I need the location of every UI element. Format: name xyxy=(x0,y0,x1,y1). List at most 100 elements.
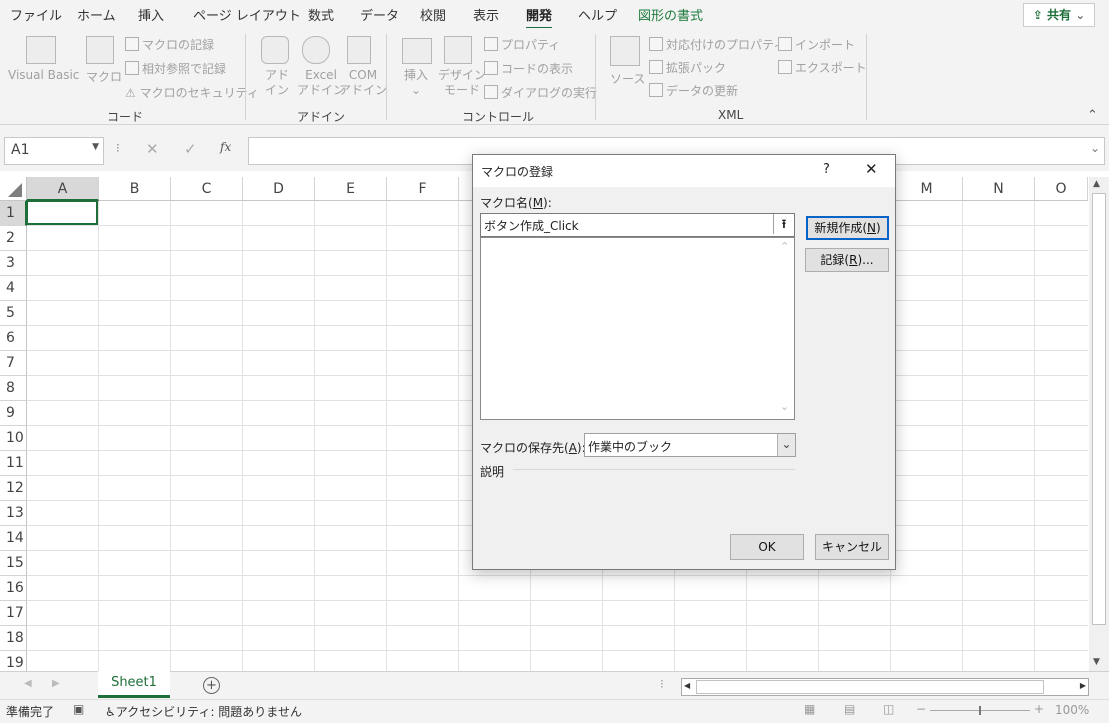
row-header[interactable]: 15 xyxy=(0,551,27,576)
expand-formula-icon[interactable]: ⌄ xyxy=(1090,141,1100,155)
column-header[interactable]: E xyxy=(315,177,387,201)
properties-button[interactable]: プロパティ xyxy=(484,36,560,53)
expansion-packs-button[interactable]: 拡張パック xyxy=(649,59,726,76)
select-all-corner[interactable] xyxy=(0,177,27,201)
horizontal-scrollbar-thumb[interactable] xyxy=(696,680,1044,694)
addins-button[interactable]: アド イン xyxy=(265,68,289,98)
view-code-button[interactable]: コードの表示 xyxy=(484,60,573,77)
zoom-level[interactable]: 100% xyxy=(1055,703,1089,717)
drag-handle-icon[interactable]: ⁝ xyxy=(116,141,120,155)
tab-data[interactable]: データ xyxy=(360,5,399,24)
insert-control-button[interactable]: 挿入 ⌄ xyxy=(404,68,428,98)
record-macro-button-dialog[interactable]: 記録(R)... xyxy=(805,248,889,272)
row-header[interactable]: 17 xyxy=(0,601,27,626)
macro-list-scrollbar[interactable]: ⌃ ⌄ xyxy=(777,238,794,419)
zoom-out-icon[interactable]: − xyxy=(916,702,926,716)
column-header[interactable]: B xyxy=(99,177,171,201)
scrollbar-thumb[interactable] xyxy=(1092,193,1106,625)
column-header[interactable]: O xyxy=(1035,177,1088,201)
prev-sheet-icon[interactable]: ◀ xyxy=(24,678,32,689)
com-addins-button[interactable]: COM アドイン xyxy=(339,68,387,98)
page-break-view-icon[interactable]: ◫ xyxy=(883,702,894,716)
column-header[interactable]: A xyxy=(27,177,99,201)
macro-security-button[interactable]: ⚠ マクロのセキュリティ xyxy=(125,84,259,101)
design-mode-button[interactable]: デザイン モード xyxy=(438,68,486,98)
tab-help[interactable]: ヘルプ xyxy=(578,5,617,24)
tab-insert[interactable]: 挿入 xyxy=(138,5,164,24)
normal-view-icon[interactable]: ▦ xyxy=(804,702,815,716)
tab-file[interactable]: ファイル xyxy=(10,5,62,24)
relative-reference-button[interactable]: 相対参照で記録 xyxy=(125,60,226,77)
new-macro-button[interactable]: 新規作成(N) xyxy=(806,216,889,240)
scroll-up-icon[interactable]: ▲ xyxy=(1093,179,1100,189)
row-header[interactable]: 6 xyxy=(0,326,27,351)
row-header[interactable]: 14 xyxy=(0,526,27,551)
name-box[interactable]: A1 ▼ xyxy=(4,137,104,165)
share-button[interactable]: ⇪ 共有 ⌄ xyxy=(1023,3,1095,27)
xml-import-button[interactable]: インポート xyxy=(778,36,855,53)
scroll-up-icon[interactable]: ⌃ xyxy=(780,240,789,253)
selected-cell-a1[interactable] xyxy=(26,200,98,225)
visual-basic-button[interactable]: Visual Basic xyxy=(8,68,79,82)
tab-review[interactable]: 校閲 xyxy=(420,5,446,24)
xml-source-button[interactable]: ソース xyxy=(610,70,645,87)
row-header[interactable]: 9 xyxy=(0,401,27,426)
macro-name-input[interactable]: ボタン作成_Click ⭱ xyxy=(480,213,795,237)
row-header[interactable]: 18 xyxy=(0,626,27,651)
collapse-ribbon-icon[interactable]: ⌃ xyxy=(1087,108,1098,123)
horizontal-scrollbar[interactable]: ◀ ▶ xyxy=(681,678,1089,696)
row-header[interactable]: 2 xyxy=(0,226,27,251)
help-icon[interactable]: ? xyxy=(823,162,830,177)
excel-addins-button[interactable]: Excel アドイン xyxy=(297,68,345,98)
row-header[interactable]: 7 xyxy=(0,351,27,376)
tab-home[interactable]: ホーム xyxy=(77,5,116,24)
close-icon[interactable]: ✕ xyxy=(865,160,878,178)
page-layout-view-icon[interactable]: ▤ xyxy=(844,702,855,716)
tab-view[interactable]: 表示 xyxy=(473,5,499,24)
row-header[interactable]: 13 xyxy=(0,501,27,526)
ok-button[interactable]: OK xyxy=(730,534,804,560)
sheet-tab-sheet1[interactable]: Sheet1 xyxy=(98,671,170,698)
row-header[interactable]: 5 xyxy=(0,301,27,326)
macro-location-select[interactable]: 作業中のブック ⌄ xyxy=(584,433,796,457)
scroll-right-icon[interactable]: ▶ xyxy=(1080,681,1086,690)
splitter-handle-icon[interactable]: ⁝ xyxy=(660,677,664,691)
record-macro-button[interactable]: マクロの記録 xyxy=(125,36,214,53)
column-header[interactable]: C xyxy=(171,177,243,201)
accessibility-status[interactable]: ♿アクセシビリティ: 問題ありません xyxy=(105,703,302,720)
row-header[interactable]: 12 xyxy=(0,476,27,501)
scroll-left-icon[interactable]: ◀ xyxy=(684,681,690,690)
scroll-down-icon[interactable]: ▼ xyxy=(1093,657,1100,667)
tab-formulas[interactable]: 数式 xyxy=(308,5,334,24)
vertical-scrollbar[interactable]: ▲ ▼ xyxy=(1089,177,1109,671)
tab-developer[interactable]: 開発 xyxy=(526,5,553,30)
scroll-down-icon[interactable]: ⌄ xyxy=(780,400,789,413)
insert-function-icon[interactable]: fx xyxy=(220,140,231,154)
row-header[interactable]: 4 xyxy=(0,276,27,301)
row-header[interactable]: 11 xyxy=(0,451,27,476)
tab-shape-format[interactable]: 図形の書式 xyxy=(638,5,703,24)
macro-record-status-icon[interactable]: ▣ xyxy=(73,702,84,716)
next-sheet-icon[interactable]: ▶ xyxy=(52,678,60,689)
collapse-dialog-icon[interactable]: ⭱ xyxy=(773,214,794,234)
row-header[interactable]: 8 xyxy=(0,376,27,401)
enter-icon[interactable]: ✓ xyxy=(184,140,197,158)
row-header[interactable]: 10 xyxy=(0,426,27,451)
cancel-button[interactable]: キャンセル xyxy=(815,534,889,560)
map-properties-button[interactable]: 対応付けのプロパティ xyxy=(649,36,785,53)
column-header[interactable]: M xyxy=(891,177,963,201)
zoom-slider-handle[interactable] xyxy=(979,706,981,715)
xml-export-button[interactable]: エクスポート xyxy=(778,59,867,76)
macro-button[interactable]: マクロ xyxy=(86,68,122,85)
macro-list[interactable]: ⌃ ⌄ xyxy=(480,237,795,420)
add-sheet-icon[interactable]: + xyxy=(203,677,220,694)
chevron-down-icon[interactable]: ⌄ xyxy=(777,434,795,456)
tab-page-layout[interactable]: ページ レイアウト xyxy=(193,5,301,24)
row-header[interactable]: 16 xyxy=(0,576,27,601)
row-header[interactable]: 1 xyxy=(0,201,27,226)
run-dialog-button[interactable]: ダイアログの実行 xyxy=(484,84,597,101)
column-header[interactable]: F xyxy=(387,177,459,201)
refresh-data-button[interactable]: データの更新 xyxy=(649,82,738,99)
row-header[interactable]: 3 xyxy=(0,251,27,276)
zoom-in-icon[interactable]: + xyxy=(1034,702,1044,716)
